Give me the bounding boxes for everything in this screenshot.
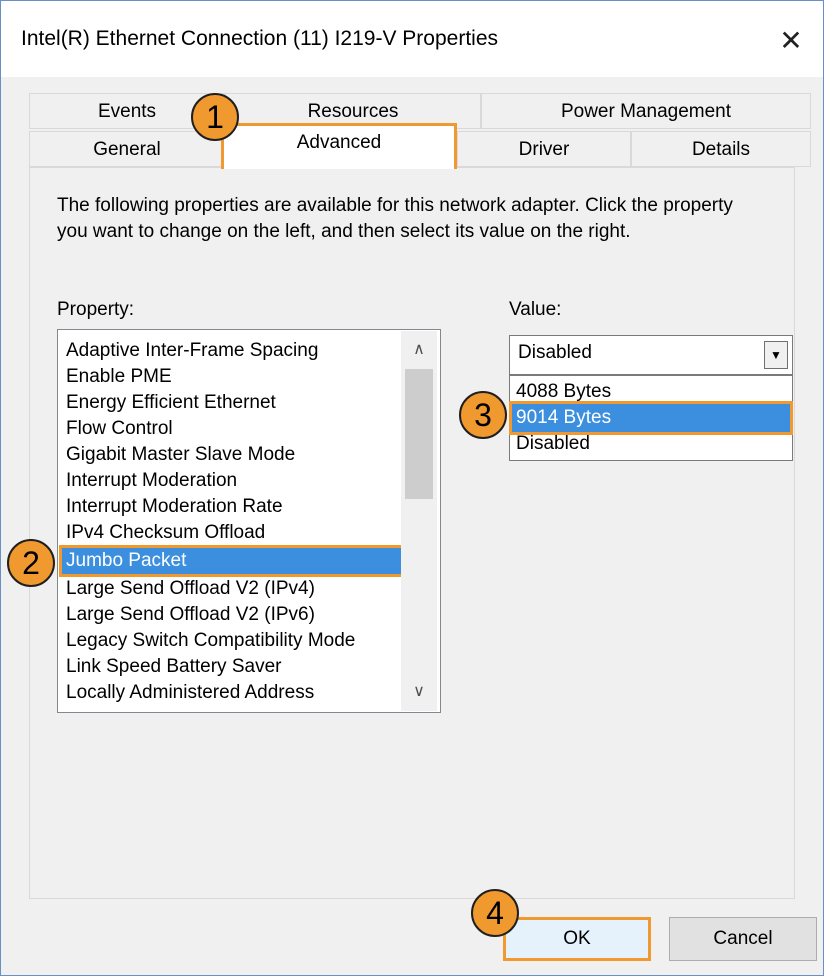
step-badge-1: 1 [191,93,239,141]
property-list[interactable]: Adaptive Inter-Frame Spacing Enable PME … [57,329,441,713]
list-item[interactable]: Link Speed Battery Saver [62,654,402,680]
tab-general[interactable]: General [29,131,225,167]
list-item-jumbo-packet[interactable]: Jumbo Packet [59,545,405,577]
list-item[interactable]: Large Send Offload V2 (IPv6) [62,602,402,628]
list-item[interactable]: Enable PME [62,364,402,390]
list-item[interactable]: Gigabit Master Slave Mode [62,442,402,468]
value-option-9014[interactable]: 9014 Bytes [509,401,793,435]
value-select[interactable]: Disabled ▼ [509,335,793,375]
close-icon[interactable]: ✕ [767,19,815,63]
chevron-down-icon[interactable]: ▼ [764,341,788,369]
value-option[interactable]: Disabled [512,430,790,458]
scroll-thumb[interactable] [405,369,433,499]
value-label: Value: [509,299,562,320]
list-item[interactable]: Flow Control [62,416,402,442]
window-title: Intel(R) Ethernet Connection (11) I219-V… [21,27,499,50]
step-badge-4: 4 [471,889,519,937]
list-item[interactable]: Adaptive Inter-Frame Spacing [62,338,402,364]
property-list-scrollbar[interactable]: ∧ ∨ [401,331,437,711]
description-text: The following properties are available f… [57,195,733,242]
tab-advanced[interactable]: Advanced [221,123,457,169]
list-item[interactable]: Large Send Offload V2 (IPv4) [62,576,402,602]
list-item[interactable]: Interrupt Moderation [62,468,402,494]
value-select-current: Disabled [518,342,592,363]
properties-dialog: Intel(R) Ethernet Connection (11) I219-V… [0,0,824,976]
tab-details[interactable]: Details [631,131,811,167]
step-badge-3: 3 [459,391,507,439]
scroll-down-icon[interactable]: ∨ [401,677,437,707]
ok-button[interactable]: OK [503,917,651,961]
step-badge-2: 2 [7,539,55,587]
list-item[interactable]: Interrupt Moderation Rate [62,494,402,520]
title-bar: Intel(R) Ethernet Connection (11) I219-V… [1,1,823,77]
value-option[interactable]: 4088 Bytes [512,378,790,406]
list-item[interactable]: Locally Administered Address [62,680,402,706]
list-item[interactable]: IPv4 Checksum Offload [62,520,402,546]
list-item[interactable]: Legacy Switch Compatibility Mode [62,628,402,654]
list-item[interactable]: Energy Efficient Ethernet [62,390,402,416]
tab-power-management[interactable]: Power Management [481,93,811,129]
cancel-button[interactable]: Cancel [669,917,817,961]
property-label: Property: [57,299,135,320]
tab-driver[interactable]: Driver [457,131,631,167]
value-dropdown-list[interactable]: 4088 Bytes 9014 Bytes Disabled [509,375,793,461]
scroll-up-icon[interactable]: ∧ [401,335,437,365]
